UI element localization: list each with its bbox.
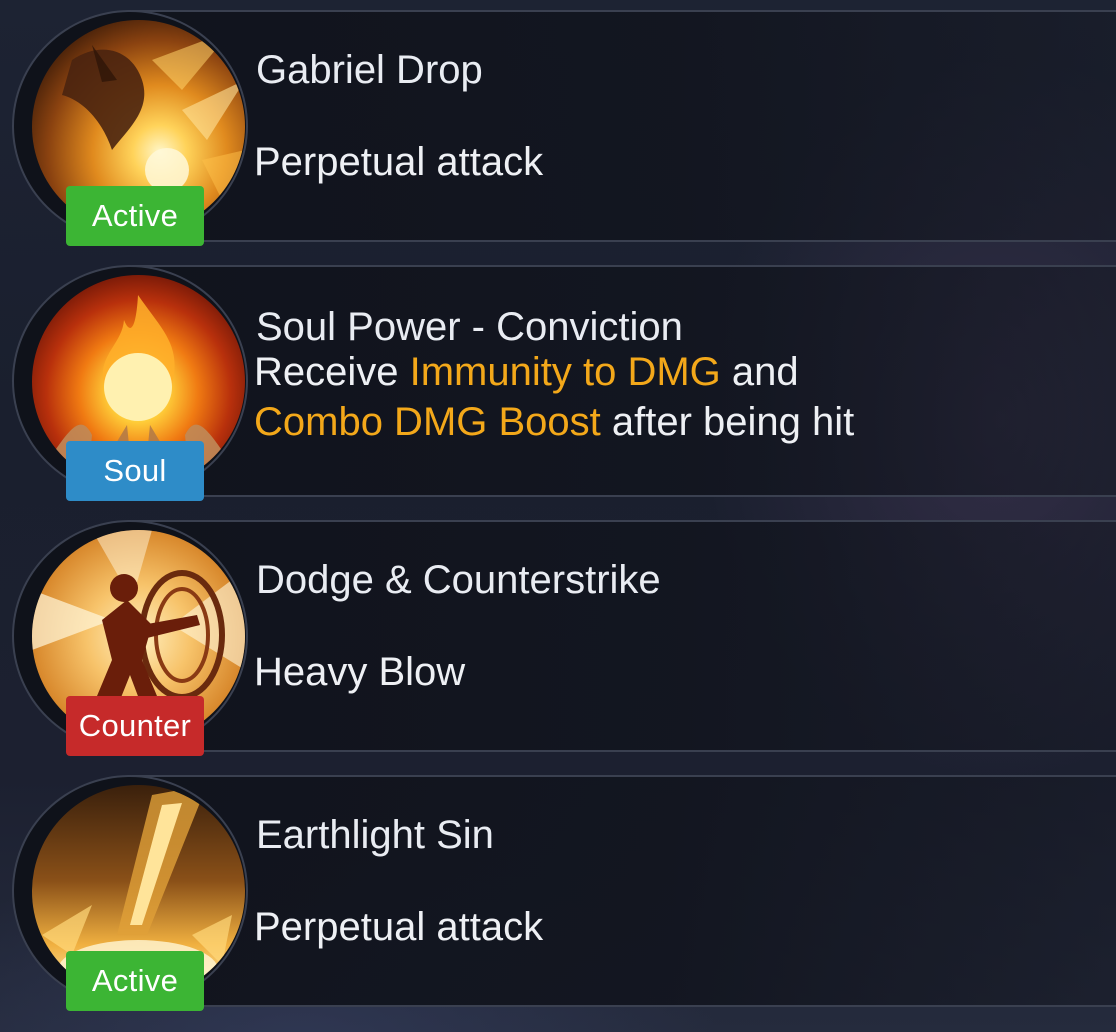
skill-list: Active Gabriel Drop Perpetual attack Sou… [0, 0, 1116, 1032]
skill-description: Receive Immunity to DMG and Combo DMG Bo… [254, 347, 874, 447]
skill-row-soul-power-conviction[interactable]: Soul Soul Power - Conviction Receive Imm… [12, 265, 1116, 501]
badge-active: Active [66, 186, 204, 246]
skill-row-earthlight-sin[interactable]: Active Earthlight Sin Perpetual attack [12, 775, 1116, 1011]
skill-description: Perpetual attack [254, 905, 544, 949]
skill-description: Heavy Blow [254, 650, 466, 694]
skill-panel [132, 520, 1116, 752]
skill-name: Dodge & Counterstrike [256, 558, 661, 602]
skill-name: Soul Power - Conviction [256, 305, 683, 349]
skill-panel [132, 10, 1116, 242]
badge-active: Active [66, 951, 204, 1011]
description-text: after being hit [600, 400, 855, 444]
skill-description: Perpetual attack [254, 140, 544, 184]
skill-name: Earthlight Sin [256, 813, 494, 857]
skill-row-gabriel-drop[interactable]: Active Gabriel Drop Perpetual attack [12, 10, 1116, 246]
skill-row-dodge-counterstrike[interactable]: Counter Dodge & Counterstrike Heavy Blow [12, 520, 1116, 756]
description-highlight: Immunity to DMG [409, 350, 721, 394]
badge-counter: Counter [66, 696, 204, 756]
skill-name: Gabriel Drop [256, 48, 483, 92]
description-highlight: Combo DMG Boost [254, 400, 601, 444]
description-text: and [720, 350, 799, 394]
description-text: Receive [254, 350, 410, 394]
skill-panel [132, 775, 1116, 1007]
badge-soul: Soul [66, 441, 204, 501]
